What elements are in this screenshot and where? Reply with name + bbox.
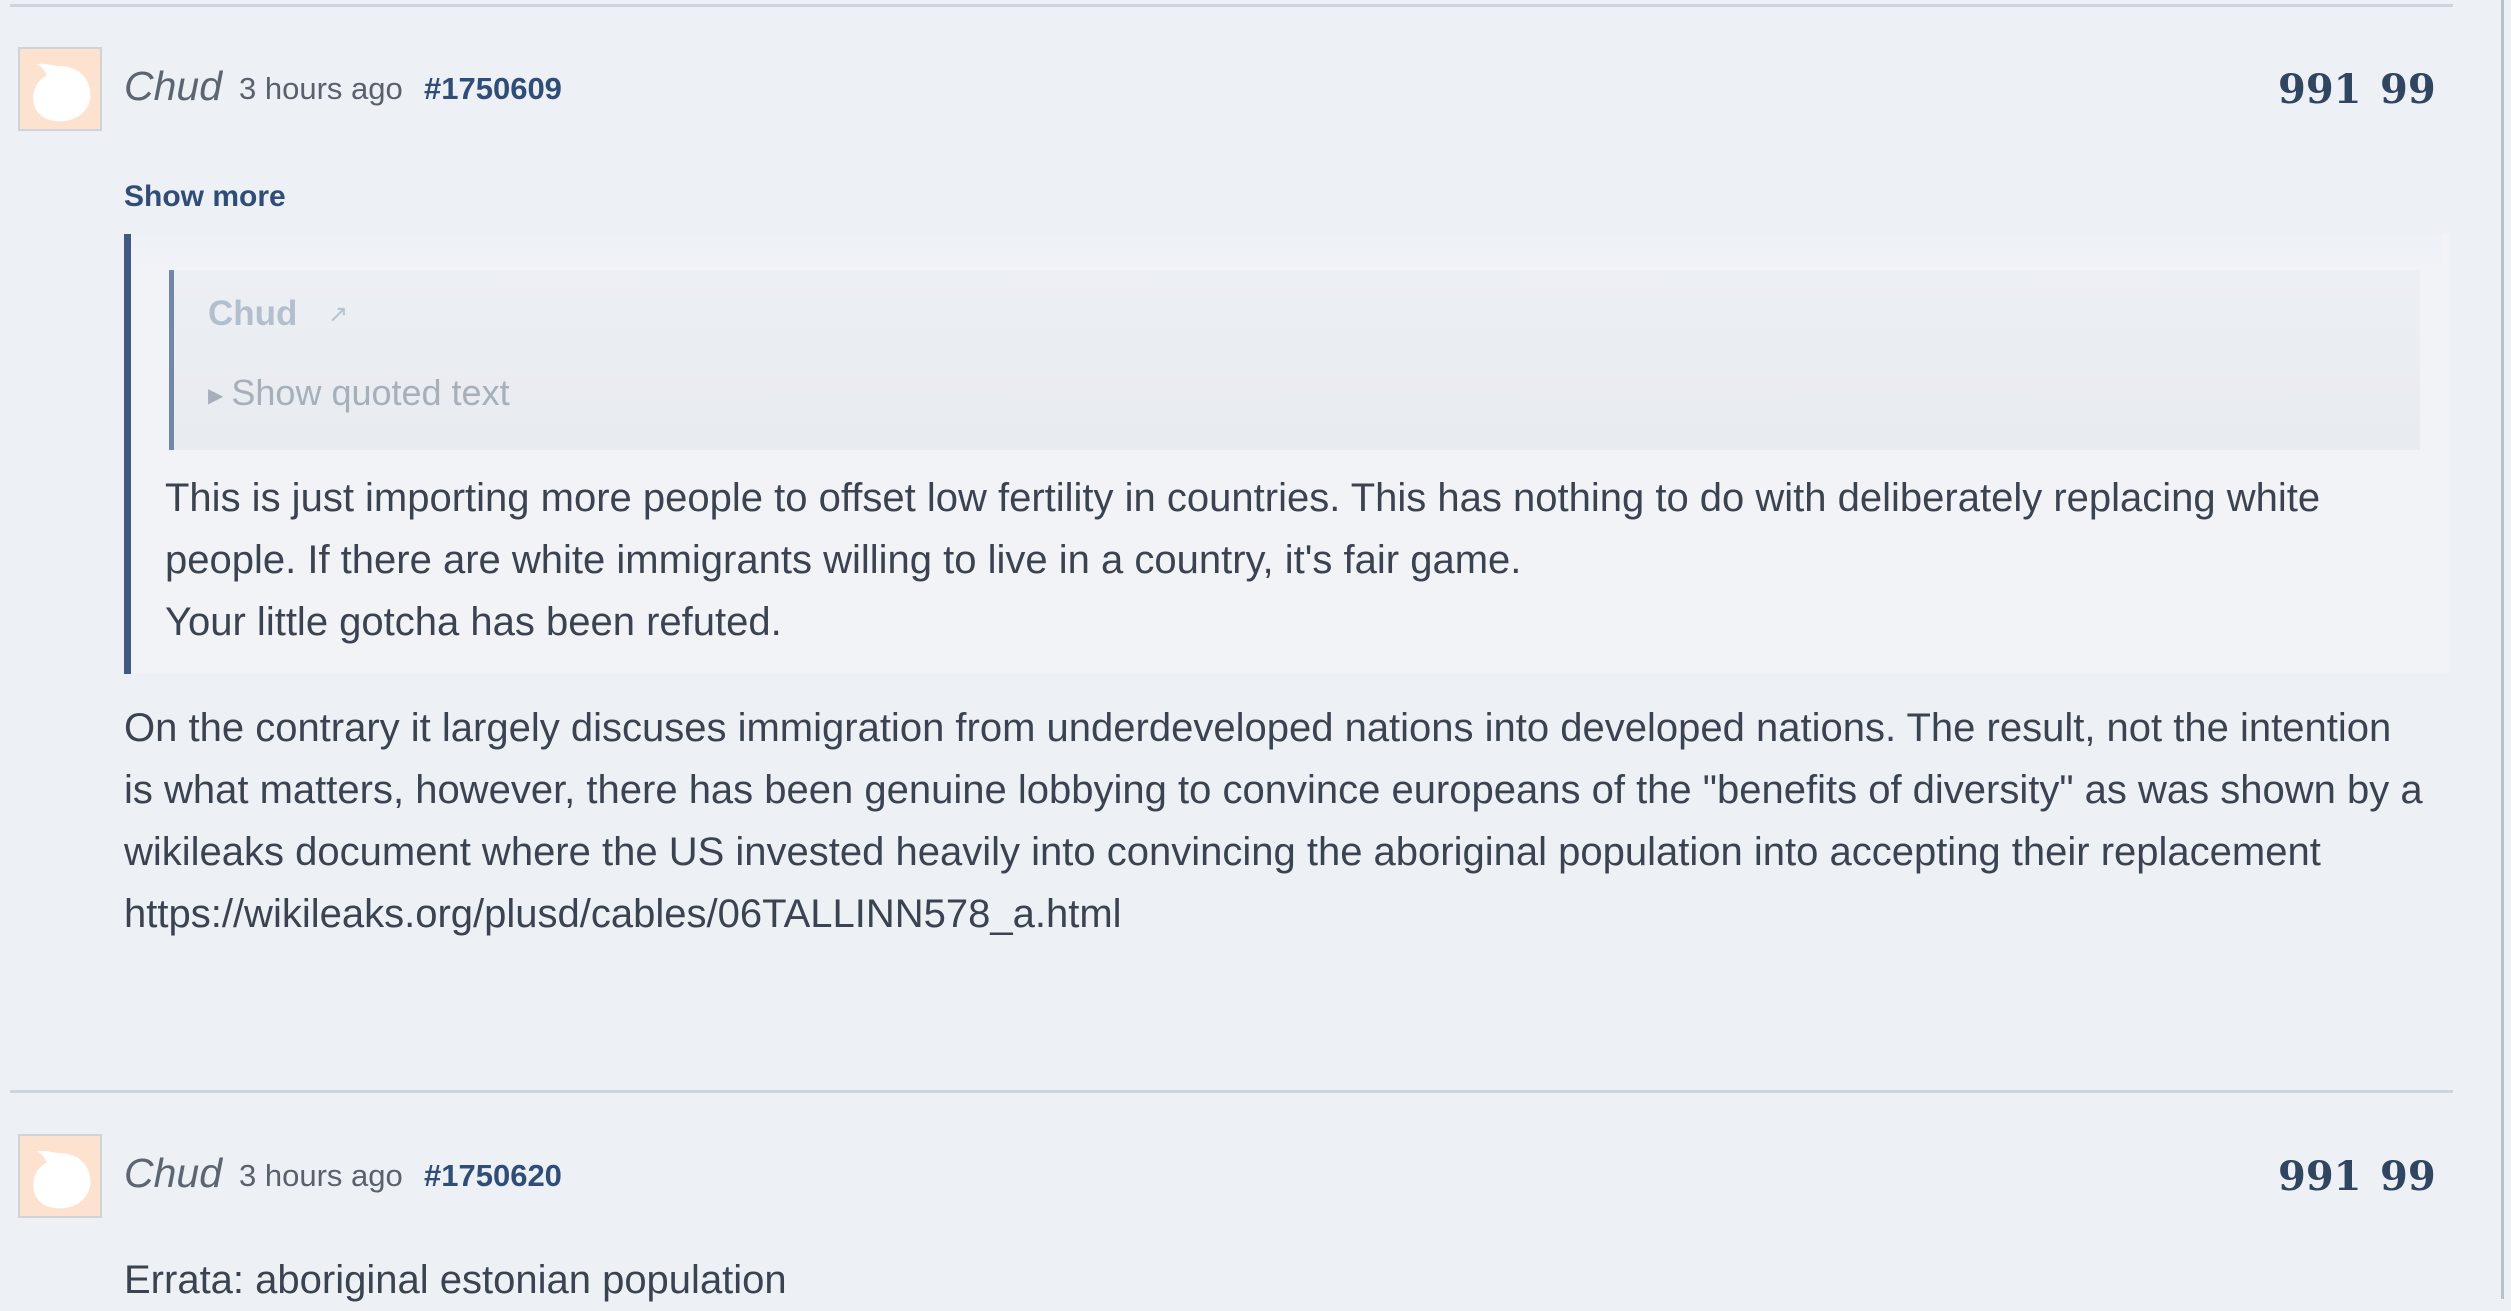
reply-count-value: 1	[2333, 66, 2362, 113]
quote-paragraph: Your little gotcha has been refuted.	[165, 600, 782, 644]
show-quoted-text-label: Show quoted text	[231, 372, 510, 413]
show-more-link[interactable]: Show more	[124, 180, 286, 214]
post-time: 3 hours ago	[239, 71, 403, 106]
avatar[interactable]	[18, 1134, 102, 1218]
quote-paragraph: This is just importing more people to of…	[165, 476, 2321, 582]
external-link-icon[interactable]: ↗	[328, 300, 348, 329]
post-number-link[interactable]: #1750609	[424, 71, 562, 107]
avatar[interactable]	[18, 47, 102, 131]
quoted-post: Chud ↗ ▶ Show quoted text This is just im…	[124, 234, 2449, 674]
quote-button[interactable]: 99	[2380, 66, 2436, 113]
quote-icon: 99	[2380, 1153, 2436, 1200]
reply-count-value: 1	[2333, 1153, 2362, 1200]
triangle-right-icon: ▶	[208, 384, 224, 407]
post-divider	[10, 4, 2453, 7]
post-link[interactable]: https://wikileaks.org/plusd/cables/06TAL…	[124, 883, 2424, 945]
quote-text: This is just importing more people to of…	[165, 467, 2405, 653]
collapse-fade	[131, 232, 2442, 272]
quote-count-icon: 99	[2278, 66, 2334, 113]
post-paragraph: On the contrary it largely discuses immi…	[124, 706, 2423, 874]
speech-bubble-avatar-icon	[33, 63, 91, 122]
quote-icon: 99	[2380, 66, 2436, 113]
quote-count-icon: 99	[2278, 1153, 2334, 1200]
reply-count-button[interactable]: 991	[2278, 1153, 2362, 1200]
post-divider	[10, 1090, 2453, 1093]
post-paragraph: Errata: aboriginal estonian population	[124, 1258, 787, 1302]
nested-quote: Chud ↗ ▶ Show quoted text	[169, 270, 2420, 450]
scrollbar-track[interactable]	[2501, 0, 2504, 1299]
post-body: On the contrary it largely discuses immi…	[124, 697, 2424, 945]
post-time: 3 hours ago	[239, 1158, 403, 1193]
quote-button[interactable]: 99	[2380, 1153, 2436, 1200]
speech-bubble-avatar-icon	[33, 1150, 91, 1209]
post-number-link[interactable]: #1750620	[424, 1158, 562, 1194]
show-quoted-text-toggle[interactable]: ▶ Show quoted text	[208, 372, 510, 414]
reply-count-button[interactable]: 991	[2278, 66, 2362, 113]
post-author[interactable]: Chud	[124, 1150, 222, 1197]
nested-quote-author[interactable]: Chud	[208, 294, 297, 334]
post-body: Errata: aboriginal estonian population	[124, 1249, 2424, 1311]
post-author[interactable]: Chud	[124, 63, 222, 110]
